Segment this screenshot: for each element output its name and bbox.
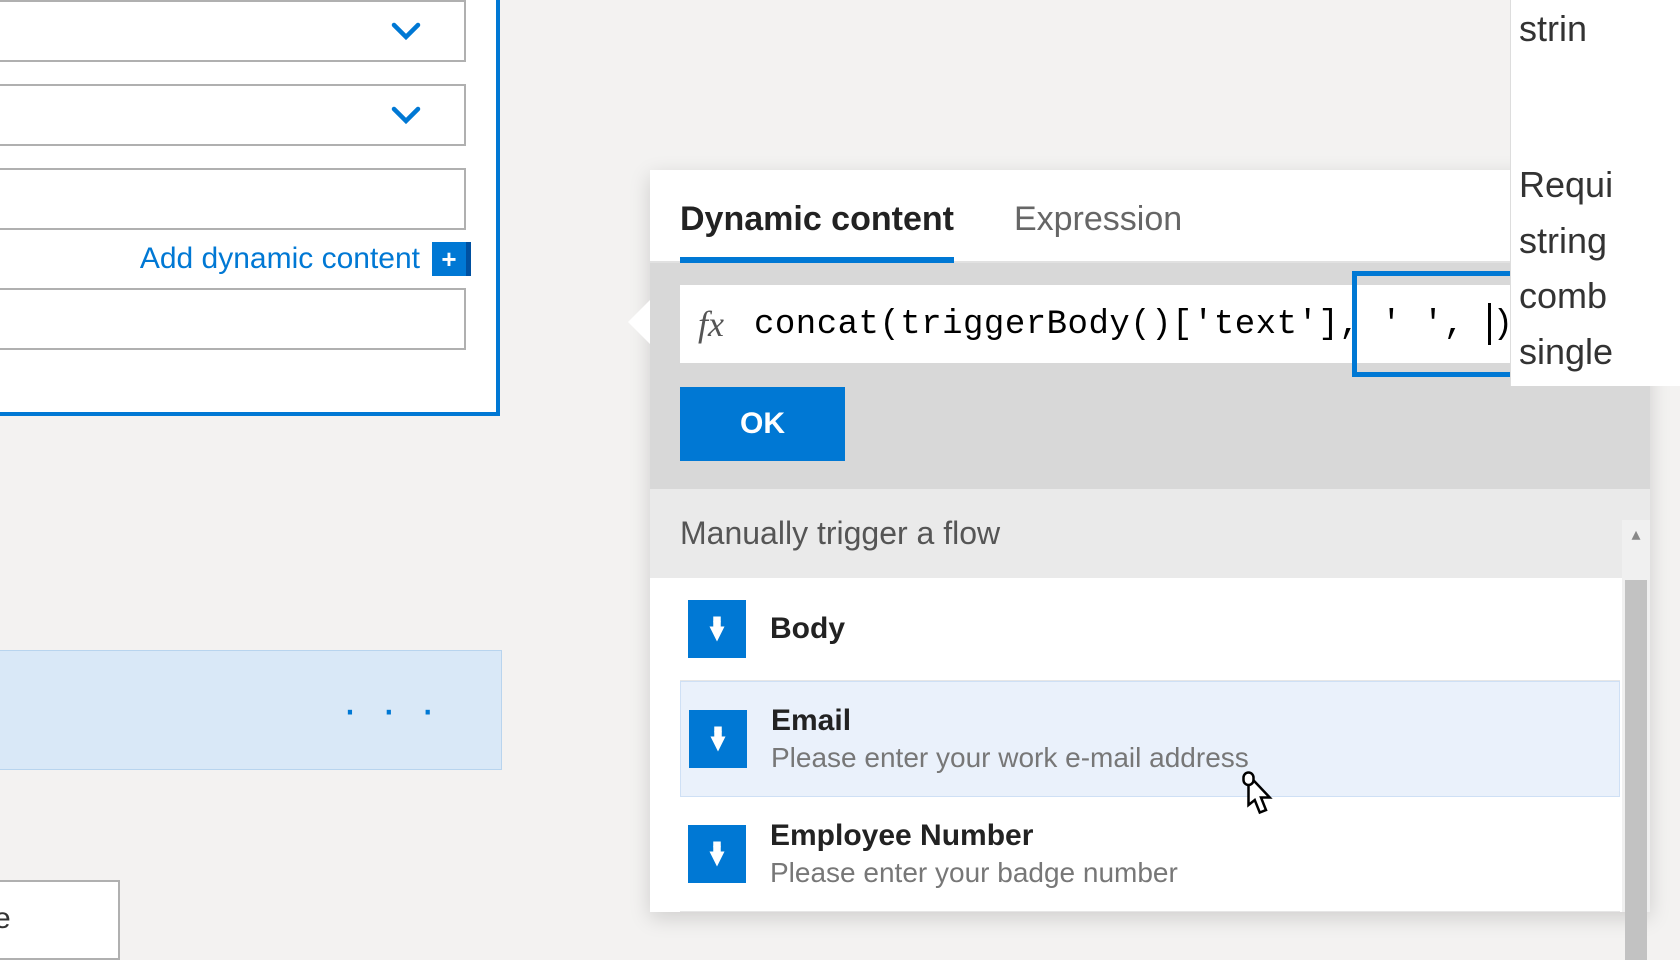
fx-icon: fx (698, 303, 724, 345)
scroll-thumb[interactable] (1625, 580, 1647, 960)
expression-input[interactable]: fx concat(triggerBody()['text'], ' ', ) (680, 285, 1620, 363)
input-field-4[interactable] (0, 288, 466, 350)
input-field-1[interactable] (0, 0, 466, 62)
scrollbar[interactable]: ▴ (1622, 520, 1650, 912)
chevron-down-icon (388, 97, 424, 133)
item-description: Please enter your work e-mail address (771, 742, 1249, 774)
trigger-icon (689, 710, 747, 768)
trigger-section-header: Manually trigger a flow (650, 489, 1650, 578)
secondary-action-card[interactable]: · · · (0, 650, 502, 770)
dynamic-item-body[interactable]: Body (680, 578, 1620, 681)
trigger-icon (688, 600, 746, 658)
item-title: Email (771, 704, 1249, 738)
input-field-2[interactable] (0, 84, 466, 146)
popup-caret-icon (628, 300, 650, 344)
text-cursor (1488, 303, 1491, 345)
tab-dynamic-content[interactable]: Dynamic content (680, 200, 954, 263)
chevron-down-icon (388, 13, 424, 49)
dynamic-item-employee-number[interactable]: Employee Number Please enter your badge … (680, 797, 1620, 912)
popup-tabs: Dynamic content Expression (650, 170, 1650, 263)
tooltip-panel: strin Requi string comb single (1510, 0, 1680, 386)
scroll-up-icon[interactable]: ▴ (1622, 520, 1650, 548)
ok-button[interactable]: OK (680, 387, 845, 461)
partial-field[interactable]: e (0, 880, 120, 960)
input-field-3[interactable] (0, 168, 466, 230)
expression-editor-area: fx concat(triggerBody()['text'], ' ', ) … (650, 263, 1650, 489)
item-title: Employee Number (770, 819, 1178, 853)
flow-action-card: Add dynamic content + (0, 0, 500, 416)
expression-text: concat(triggerBody()['text'], ' ', ) (754, 303, 1514, 345)
plus-icon[interactable]: + (432, 242, 466, 276)
add-dynamic-content-link[interactable]: Add dynamic content (140, 242, 420, 276)
add-dynamic-content-row[interactable]: Add dynamic content + (0, 242, 466, 276)
dynamic-content-list: Body Email Please enter your work e-mail… (650, 578, 1650, 912)
more-options-icon[interactable]: · · · (343, 685, 441, 735)
dynamic-content-popup: ︿ 3/3 ﹀ Dynamic content Expression fx co… (650, 170, 1650, 912)
trigger-icon (688, 825, 746, 883)
tab-expression[interactable]: Expression (1014, 200, 1182, 261)
dynamic-item-email[interactable]: Email Please enter your work e-mail addr… (680, 681, 1620, 797)
item-description: Please enter your badge number (770, 857, 1178, 889)
item-title: Body (770, 612, 845, 646)
